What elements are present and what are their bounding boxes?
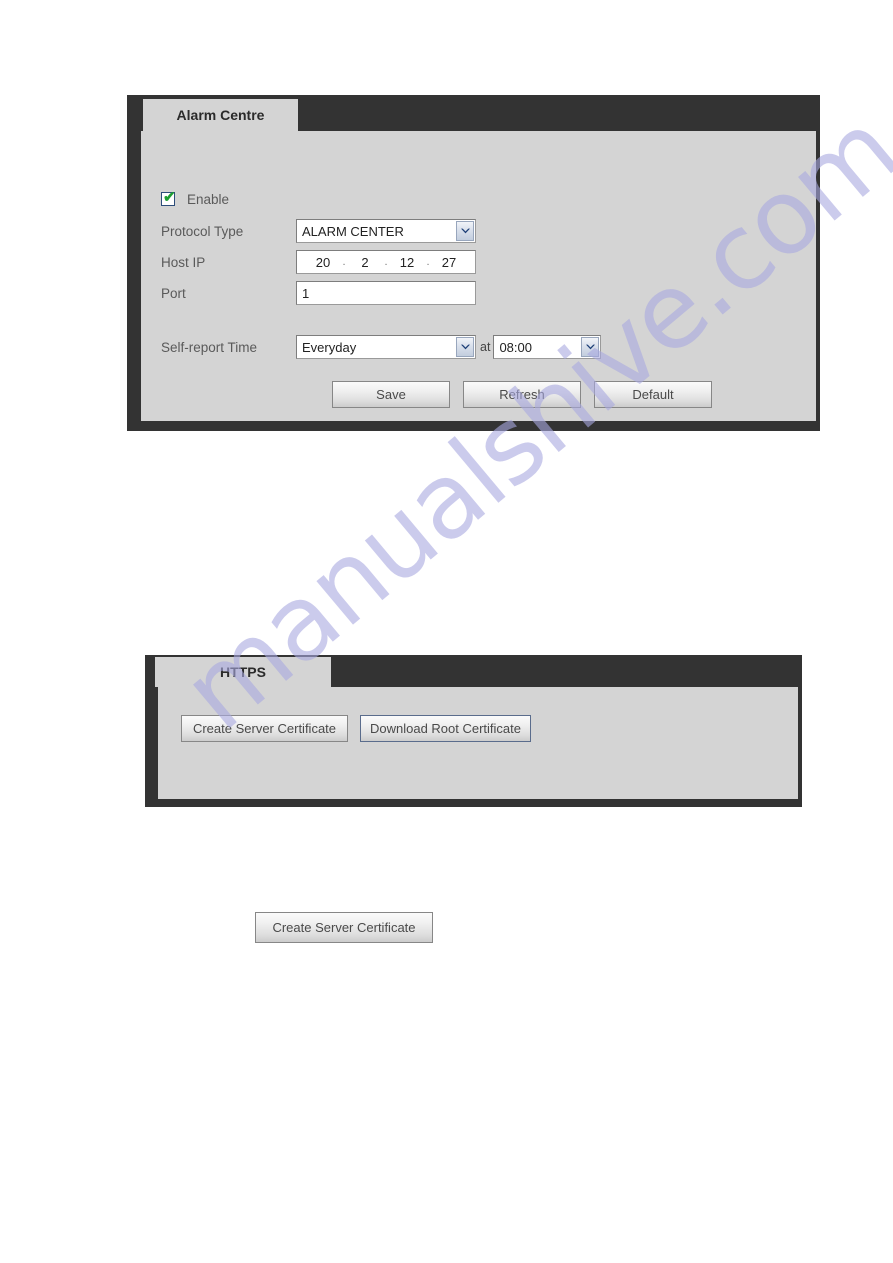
- port-row: Port 1: [161, 281, 476, 305]
- save-button[interactable]: Save: [332, 381, 450, 408]
- host-ip-octet-2[interactable]: 2: [352, 255, 378, 270]
- protocol-type-row: Protocol Type ALARM CENTER: [161, 219, 476, 243]
- protocol-type-value: ALARM CENTER: [302, 223, 404, 239]
- https-panel: HTTPS Create Server Certificate Download…: [145, 655, 802, 807]
- create-server-certificate-button[interactable]: Create Server Certificate: [181, 715, 348, 742]
- create-server-certificate-standalone-button[interactable]: Create Server Certificate: [255, 912, 433, 943]
- host-ip-label: Host IP: [161, 254, 206, 270]
- host-ip-separator: .: [342, 256, 346, 268]
- chevron-down-icon[interactable]: [456, 337, 474, 357]
- enable-row: ✔ Enable: [161, 187, 229, 211]
- alarm-centre-panel: Alarm Centre ✔ Enable Protocol Type ALAR…: [127, 95, 820, 431]
- alarm-centre-panel-body: ✔ Enable Protocol Type ALARM CENTER Host…: [141, 131, 816, 421]
- self-report-time-select[interactable]: 08:00: [493, 335, 602, 359]
- self-report-time-row: Self-report Time Everyday at 08:00: [161, 335, 602, 359]
- protocol-type-label: Protocol Type: [161, 223, 244, 239]
- tab-alarm-centre[interactable]: Alarm Centre: [143, 99, 298, 131]
- port-label: Port: [161, 285, 186, 301]
- host-ip-separator: .: [426, 256, 430, 268]
- protocol-type-select[interactable]: ALARM CENTER: [296, 219, 476, 243]
- enable-checkbox[interactable]: ✔: [161, 189, 176, 206]
- host-ip-octet-3[interactable]: 12: [394, 255, 420, 270]
- create-server-certificate-button-label: Create Server Certificate: [192, 721, 337, 736]
- tab-alarm-centre-label: Alarm Centre: [176, 107, 265, 123]
- enable-label: Enable: [187, 191, 230, 207]
- at-label: at: [480, 340, 491, 354]
- chevron-down-icon[interactable]: [581, 337, 600, 357]
- default-button[interactable]: Default: [594, 381, 712, 408]
- tab-https[interactable]: HTTPS: [155, 657, 331, 687]
- host-ip-row: Host IP 20 . 2 . 12 . 27: [161, 250, 476, 274]
- save-button-label: Save: [376, 387, 406, 402]
- port-input[interactable]: 1: [296, 281, 476, 305]
- create-server-certificate-standalone-button-label: Create Server Certificate: [272, 920, 416, 935]
- https-button-row: Create Server Certificate Download Root …: [181, 715, 531, 742]
- default-button-label: Default: [632, 387, 674, 402]
- checkmark-icon: ✔: [163, 189, 176, 206]
- chevron-down-icon[interactable]: [456, 221, 474, 241]
- host-ip-octet-1[interactable]: 20: [310, 255, 336, 270]
- host-ip-separator: .: [384, 256, 388, 268]
- port-value: 1: [302, 285, 310, 301]
- https-panel-header: HTTPS: [145, 655, 802, 687]
- self-report-time-value: 08:00: [499, 339, 532, 355]
- self-report-day-select[interactable]: Everyday: [296, 335, 476, 359]
- download-root-certificate-button-label: Download Root Certificate: [369, 721, 522, 736]
- host-ip-octet-4[interactable]: 27: [436, 255, 462, 270]
- https-panel-body: Create Server Certificate Download Root …: [158, 687, 798, 799]
- self-report-time-label: Self-report Time: [161, 339, 258, 355]
- alarm-centre-button-row: Save Refresh Default: [332, 381, 725, 408]
- refresh-button-label: Refresh: [499, 387, 545, 402]
- host-ip-input[interactable]: 20 . 2 . 12 . 27: [296, 250, 476, 274]
- alarm-centre-panel-header: Alarm Centre: [127, 95, 820, 131]
- download-root-certificate-button[interactable]: Download Root Certificate: [360, 715, 531, 742]
- self-report-day-value: Everyday: [302, 339, 357, 355]
- tab-https-label: HTTPS: [220, 664, 266, 680]
- refresh-button[interactable]: Refresh: [463, 381, 581, 408]
